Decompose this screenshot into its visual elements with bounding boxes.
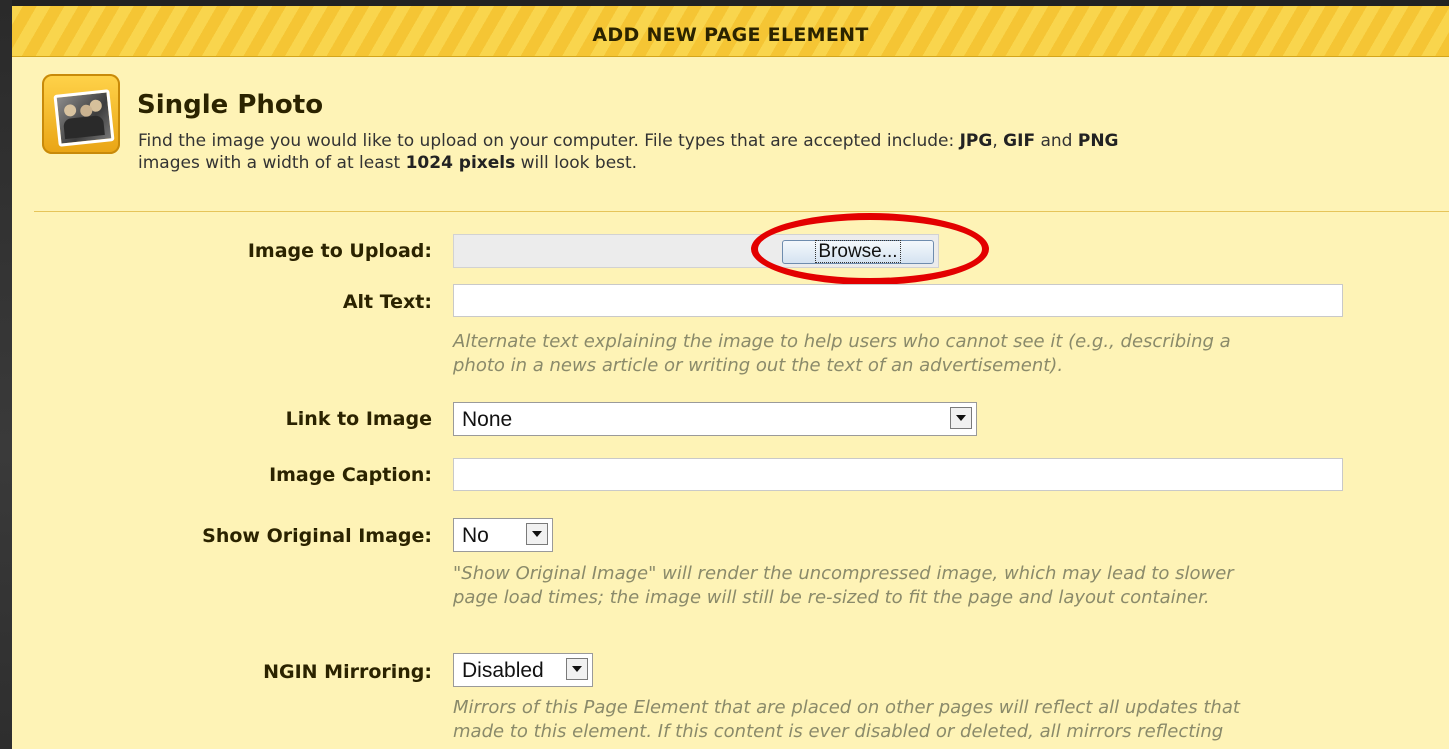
ngin-mirroring-select[interactable]: Disabled <box>453 653 593 687</box>
alt-text-label: Alt Text: <box>342 291 432 313</box>
section-title: Single Photo <box>137 90 324 120</box>
dialog-title: ADD NEW PAGE ELEMENT <box>592 24 869 46</box>
image-upload-label: Image to Upload: <box>247 240 432 262</box>
section-divider <box>34 211 1449 212</box>
help-line: "Show Original Image" will render the un… <box>453 563 1234 584</box>
file-type-png: PNG <box>1077 131 1119 151</box>
alt-text-input[interactable] <box>453 284 1343 317</box>
desc-sep: and <box>1035 131 1078 151</box>
desc-sep: , <box>992 131 1004 151</box>
image-caption-label: Image Caption: <box>269 464 432 486</box>
help-line: page load times; the image will still be… <box>453 587 1210 608</box>
file-type-gif: GIF <box>1003 131 1036 151</box>
link-to-image-select[interactable]: None <box>453 402 977 436</box>
add-element-dialog: ADD NEW PAGE ELEMENT Single Photo Find t… <box>12 6 1449 749</box>
chevron-down-icon[interactable] <box>566 658 588 680</box>
help-line: Mirrors of this Page Element that are pl… <box>453 697 1240 718</box>
section-description: Find the image you would like to upload … <box>138 130 1449 174</box>
ngin-mirroring-label: NGIN Mirroring: <box>263 661 432 683</box>
help-line: made to this element. If this content is… <box>453 721 1224 742</box>
file-type-jpg: JPG <box>959 131 993 151</box>
dialog-header: ADD NEW PAGE ELEMENT <box>12 6 1449 57</box>
min-width-value: 1024 pixels <box>405 153 516 173</box>
link-to-image-label: Link to Image <box>285 408 432 430</box>
show-original-label: Show Original Image: <box>202 525 432 547</box>
select-value: No <box>462 524 489 547</box>
highlight-annotation <box>751 213 989 285</box>
image-caption-input[interactable] <box>453 458 1343 491</box>
help-line: photo in a news article or writing out t… <box>453 355 1064 376</box>
photo-icon <box>42 74 120 154</box>
select-value: Disabled <box>462 659 544 682</box>
desc-text: will look best. <box>515 153 638 173</box>
chevron-down-icon[interactable] <box>950 407 972 429</box>
ngin-mirroring-help: Mirrors of this Page Element that are pl… <box>453 696 1449 744</box>
desc-text: images with a width of at least <box>138 153 406 173</box>
select-value: None <box>462 408 513 431</box>
help-line: Alternate text explaining the image to h… <box>453 331 1231 352</box>
show-original-select[interactable]: No <box>453 518 553 552</box>
background-strip-left <box>0 0 12 749</box>
show-original-help: "Show Original Image" will render the un… <box>453 562 1449 610</box>
desc-text: Find the image you would like to upload … <box>138 131 960 151</box>
chevron-down-icon[interactable] <box>526 523 548 545</box>
alt-text-help: Alternate text explaining the image to h… <box>453 330 1449 378</box>
photo-thumbnail <box>53 89 115 147</box>
